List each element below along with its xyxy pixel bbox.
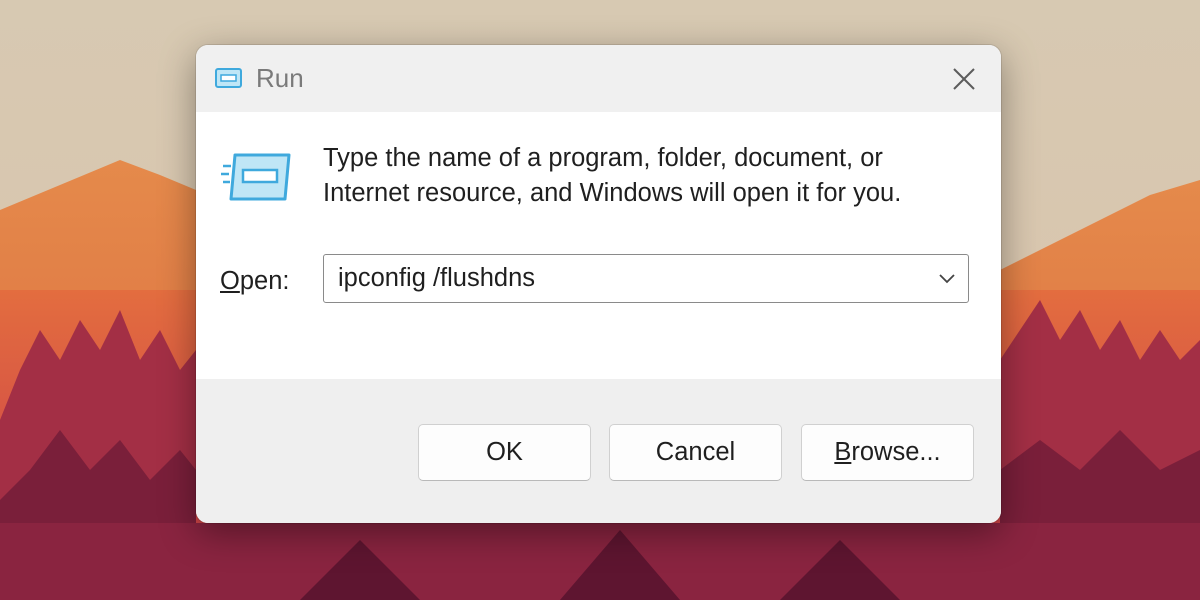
close-button[interactable] (927, 45, 1001, 112)
browse-label: rowse... (851, 438, 941, 466)
open-label: Open: (220, 264, 289, 298)
browse-accelerator: B (834, 438, 852, 466)
browse-button[interactable]: Browse... (801, 424, 974, 481)
close-icon (953, 67, 975, 90)
run-dialog: Run Type the name of a program, folder, … (196, 45, 1001, 523)
dialog-description: Type the name of a program, folder, docu… (323, 141, 963, 211)
command-input[interactable] (338, 255, 928, 301)
run-icon (221, 153, 291, 201)
run-app-icon (215, 68, 242, 88)
ok-button[interactable]: OK (418, 424, 591, 481)
dialog-footer: OK Cancel Browse... (196, 379, 1001, 523)
open-label-text: pen: (239, 267, 290, 295)
chevron-down-icon[interactable] (936, 267, 958, 289)
window-title: Run (256, 63, 304, 93)
description-line-1: Type the name of a program, folder, docu… (323, 144, 883, 172)
dialog-content: Type the name of a program, folder, docu… (196, 112, 1001, 423)
title-bar[interactable]: Run (196, 45, 1001, 112)
description-line-2: Internet resource, and Windows will open… (323, 179, 902, 207)
open-combobox[interactable] (323, 254, 969, 303)
cancel-button[interactable]: Cancel (609, 424, 782, 481)
open-label-accelerator: O (220, 267, 240, 295)
